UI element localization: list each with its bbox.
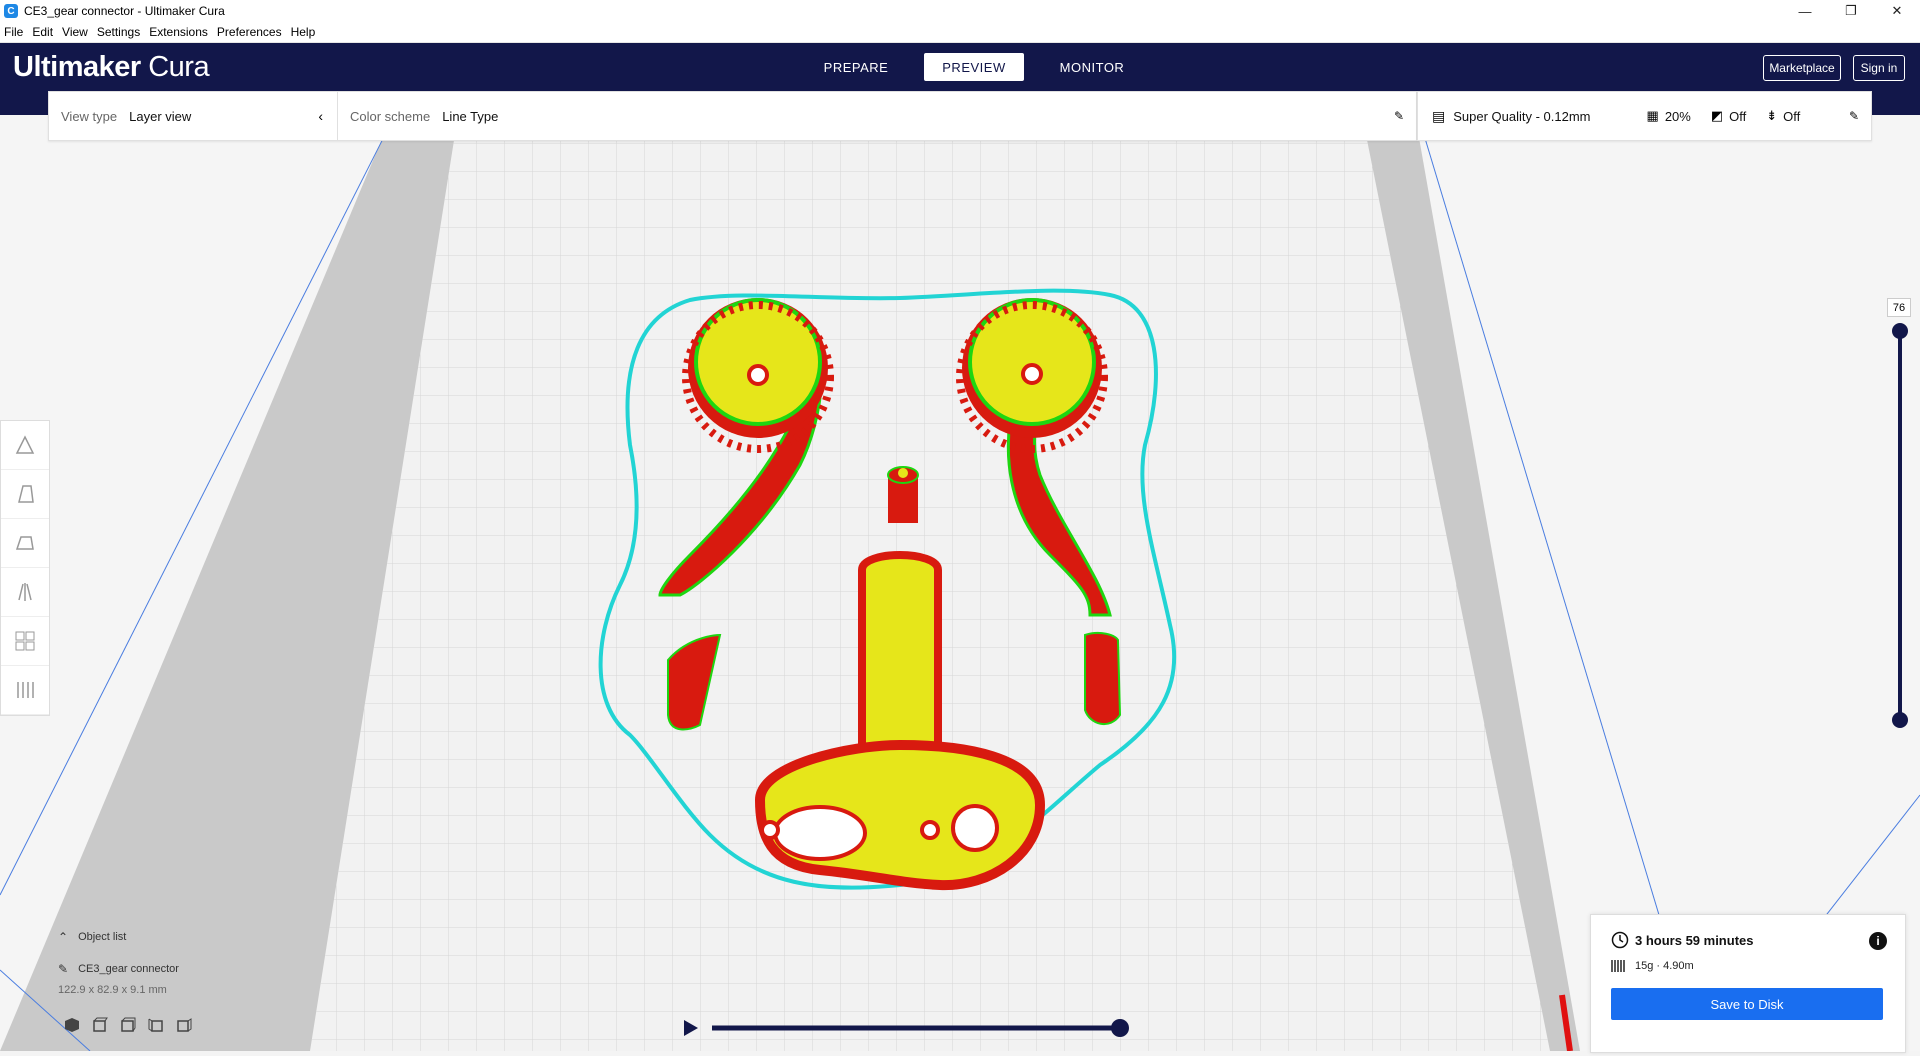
menu-settings[interactable]: Settings — [93, 25, 145, 39]
path-slider-handle — [1111, 1019, 1129, 1037]
play-icon[interactable] — [680, 1018, 700, 1038]
close-button[interactable]: ✕ — [1874, 0, 1920, 22]
minimize-button[interactable]: — — [1782, 0, 1828, 22]
tab-monitor[interactable]: MONITOR — [1042, 53, 1142, 81]
marketplace-button[interactable]: Marketplace — [1763, 55, 1841, 81]
logo-light: Cura — [148, 51, 210, 83]
infill-value: 20% — [1664, 108, 1691, 124]
chevron-left-icon[interactable]: ‹ — [318, 108, 323, 124]
view-type-label: View type — [61, 108, 118, 124]
rotate-icon — [15, 536, 34, 550]
move-tool[interactable] — [1, 421, 49, 470]
3d-viewport[interactable] — [0, 114, 1920, 1052]
menu-view[interactable]: View — [58, 25, 93, 39]
support-blocker-icon — [17, 682, 34, 698]
quality-profile: Super Quality - 0.12mm — [1453, 108, 1591, 124]
support-icon: ◩ — [1710, 108, 1724, 123]
left-toolbar — [0, 420, 50, 716]
print-settings-panel[interactable]: ▤ Super Quality - 0.12mm ▦ 20% ◩ Off ⇟ O… — [1417, 91, 1872, 141]
print-time: 3 hours 59 minutes — [1635, 932, 1754, 948]
object-name: CE3_gear connector — [78, 963, 179, 975]
logo-bold: Ultimaker — [13, 51, 141, 83]
pin-part — [887, 466, 919, 523]
object-item[interactable]: ✎ CE3_gear connector — [58, 962, 179, 976]
front-view-icon[interactable] — [92, 1017, 108, 1033]
object-list-panel: ⌃ Object list ✎ CE3_gear connector 122.9… — [58, 930, 179, 996]
object-list-title: Object list — [78, 931, 127, 943]
quality-icon: ▤ — [1432, 107, 1446, 124]
info-icon[interactable]: i — [1869, 932, 1887, 950]
view-type-value: Layer view — [129, 108, 192, 124]
top-view-icon[interactable] — [120, 1017, 136, 1033]
material-usage: 15g · 4.90m — [1635, 960, 1694, 972]
color-scheme-label: Color scheme — [350, 108, 431, 124]
window-controls: — ❐ ✕ — [1782, 0, 1920, 22]
layer-slider[interactable] — [1888, 323, 1912, 728]
stage-tabs: PREPARE PREVIEW MONITOR — [806, 53, 1160, 81]
support-blocker-tool[interactable] — [1, 666, 49, 715]
camera-view-buttons — [64, 1017, 192, 1033]
view-type-selector[interactable]: View type Layer view ‹ — [49, 92, 338, 140]
color-scheme-value: Line Type — [442, 108, 499, 124]
save-to-disk-button[interactable]: Save to Disk — [1611, 988, 1883, 1020]
layer-slider-top-handle — [1892, 323, 1908, 339]
tab-preview[interactable]: PREVIEW — [924, 53, 1024, 81]
scale-icon — [18, 485, 34, 503]
menu-extensions[interactable]: Extensions — [145, 25, 213, 39]
menu-edit[interactable]: Edit — [28, 25, 58, 39]
window-title: CE3_gear connector - Ultimaker Cura — [24, 4, 225, 18]
maximize-button[interactable]: ❐ — [1828, 0, 1874, 22]
filament-spool-icon — [1611, 960, 1625, 972]
object-dimensions: 122.9 x 82.9 x 9.1 mm — [58, 984, 167, 996]
menu-preferences[interactable]: Preferences — [213, 25, 287, 39]
clock-icon — [1611, 931, 1629, 949]
right-view-icon[interactable] — [176, 1017, 192, 1033]
material-row: 15g · 4.90m — [1611, 959, 1694, 973]
chevron-up-icon: ⌃ — [58, 930, 69, 944]
pencil-icon[interactable]: ✎ — [1849, 109, 1859, 123]
color-scheme-selector[interactable]: Color scheme Line Type ✎ — [338, 92, 1416, 140]
menu-help[interactable]: Help — [287, 25, 321, 39]
mirror-icon — [18, 583, 32, 601]
print-time-row: 3 hours 59 minutes — [1611, 931, 1753, 949]
move-icon — [15, 435, 35, 454]
menu-file[interactable]: File — [0, 25, 28, 39]
adhesion-icon: ⇟ — [1766, 108, 1778, 123]
3d-view-icon[interactable] — [64, 1017, 80, 1033]
layer-number[interactable]: 76 — [1887, 298, 1911, 317]
menu-bar: File Edit View Settings Extensions Prefe… — [0, 22, 1920, 43]
pencil-icon[interactable]: ✎ — [1394, 109, 1404, 123]
rotate-tool[interactable] — [1, 519, 49, 568]
path-slider[interactable] — [710, 1018, 1130, 1038]
scale-tool[interactable] — [1, 470, 49, 519]
ultimaker-cura-logo: Ultimaker Cura — [13, 51, 210, 84]
simulation-bar — [680, 1018, 1130, 1038]
mirror-tool[interactable] — [1, 568, 49, 617]
cura-app-icon: C — [4, 4, 18, 18]
infill-icon: ▦ — [1646, 108, 1659, 123]
per-model-settings-tool[interactable] — [1, 617, 49, 666]
object-list-toggle[interactable]: ⌃ Object list — [58, 930, 179, 944]
title-bar: C CE3_gear connector - Ultimaker Cura — … — [0, 0, 1920, 22]
left-view-icon[interactable] — [148, 1017, 164, 1033]
adhesion-value: Off — [1783, 108, 1801, 124]
tab-prepare[interactable]: PREPARE — [806, 53, 906, 81]
sign-in-button[interactable]: Sign in — [1853, 55, 1905, 81]
support-value: Off — [1729, 108, 1747, 124]
layer-slider-bottom-handle — [1892, 712, 1908, 728]
view-settings-panel: View type Layer view ‹ Color scheme Line… — [48, 91, 1417, 141]
print-info-panel: 3 hours 59 minutes i 15g · 4.90m Save to… — [1590, 914, 1906, 1053]
build-plate-scene — [0, 114, 1920, 1052]
per-model-settings-icon — [15, 631, 35, 651]
pencil-icon[interactable]: ✎ — [58, 962, 68, 976]
